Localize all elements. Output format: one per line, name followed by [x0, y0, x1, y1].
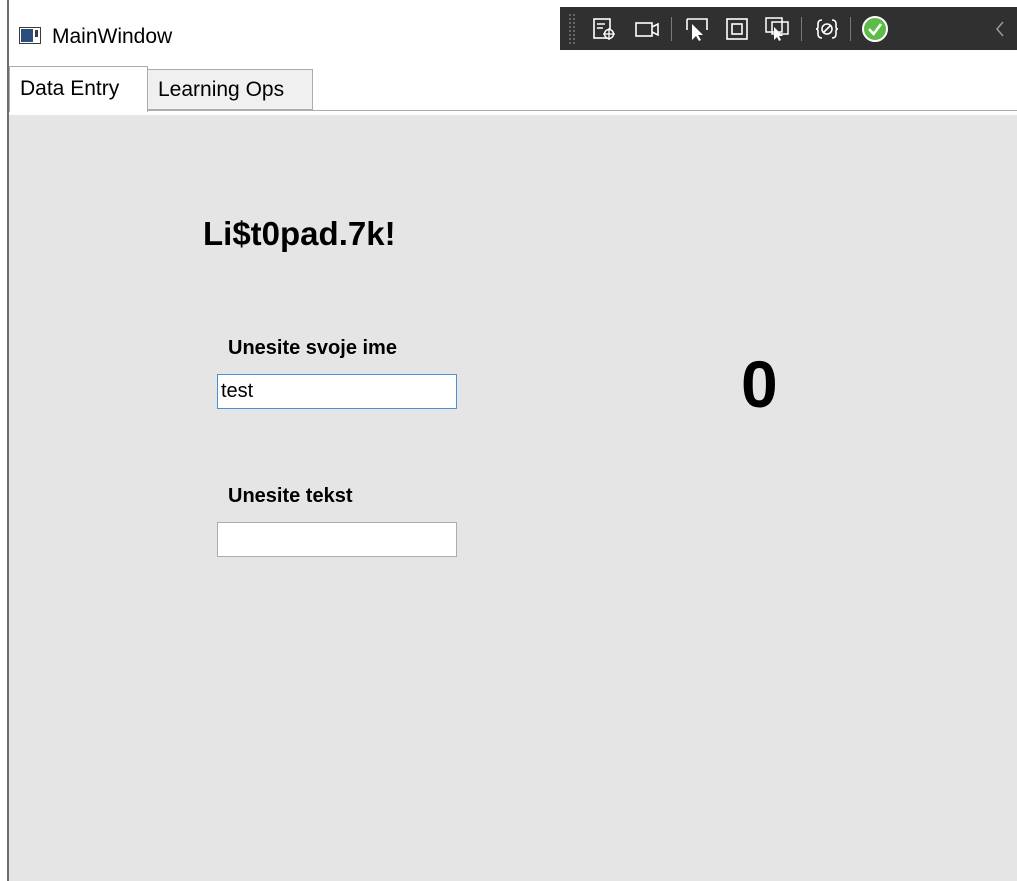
video-icon[interactable] [630, 12, 664, 46]
tab-content-data-entry: Li$t0pad.7k! Unesite svoje ime Unesite t… [9, 113, 1017, 881]
toolbar-separator [850, 17, 851, 41]
toolbar-separator [671, 17, 672, 41]
display-layout-adorners-icon[interactable] [720, 12, 754, 46]
page-title: Li$t0pad.7k! [203, 215, 396, 252]
tab-strip-divider [9, 110, 1017, 111]
app-window-icon [19, 27, 41, 44]
tab-learning-ops[interactable]: Learning Ops [148, 69, 313, 110]
debug-toolbar [560, 7, 1017, 50]
track-focus-icon[interactable] [760, 12, 794, 46]
tab-data-entry[interactable]: Data Entry [9, 66, 148, 112]
toolbar-separator [801, 17, 802, 41]
pointer-select-icon[interactable] [680, 12, 714, 46]
text-field[interactable] [217, 522, 457, 557]
toolbar-grip-icon[interactable] [568, 13, 576, 45]
name-field-label: Unesite svoje ime [228, 337, 397, 359]
binding-failures-icon[interactable] [810, 12, 844, 46]
window-title: MainWindow [52, 25, 173, 48]
tab-strip: Data Entry Learning Ops [9, 66, 1017, 112]
text-field-label: Unesite tekst [228, 485, 353, 507]
character-counter: 0 [741, 347, 778, 421]
name-field[interactable] [217, 374, 457, 409]
collapse-chevron-icon[interactable] [988, 12, 1012, 46]
main-window: MainWindow Data Entry Learning Ops Li$t0… [0, 0, 1017, 881]
check-circle-icon[interactable] [858, 12, 892, 46]
select-element-icon[interactable] [587, 12, 621, 46]
